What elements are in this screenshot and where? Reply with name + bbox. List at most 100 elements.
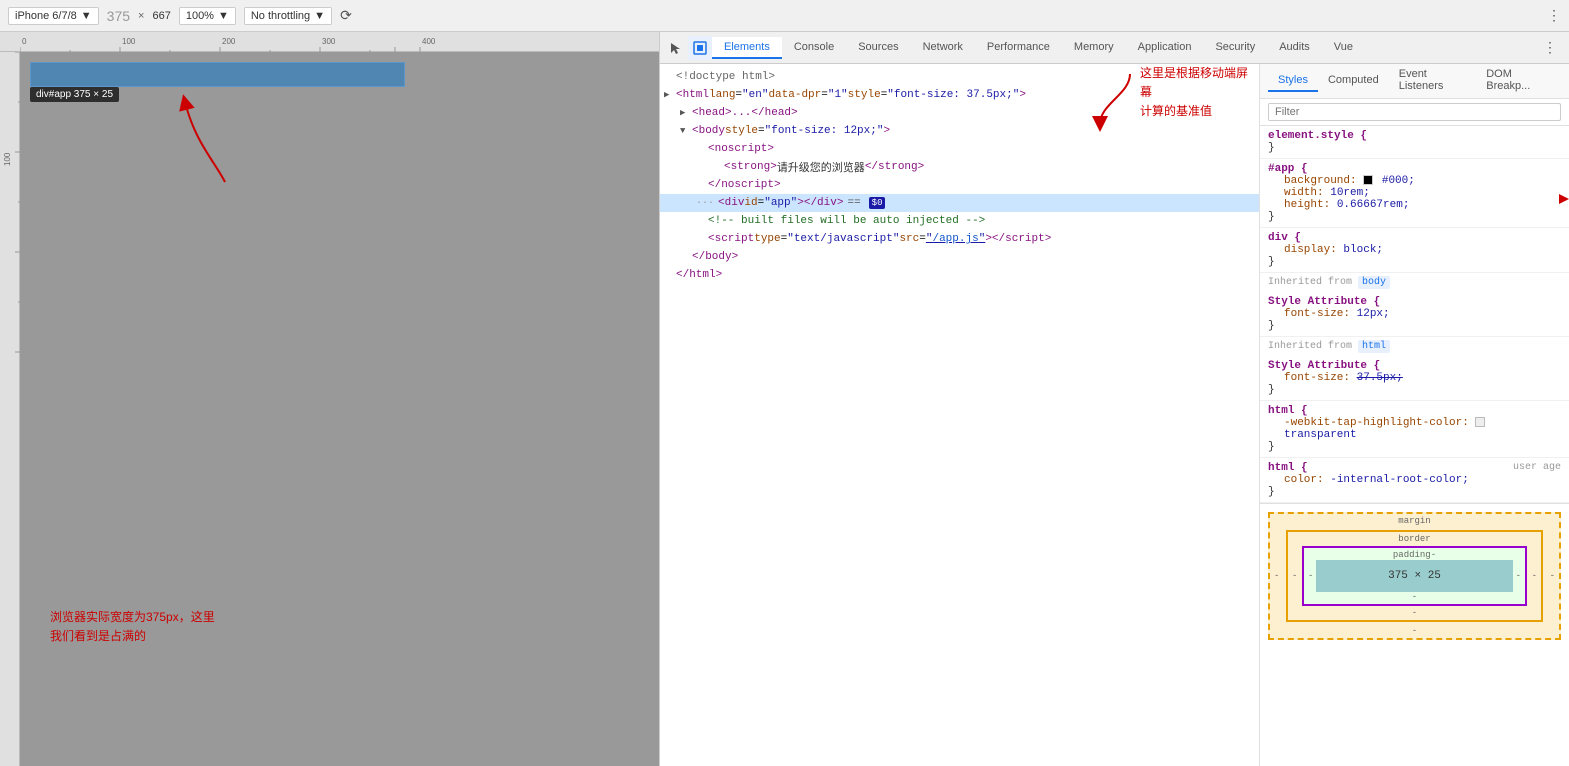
device-frame xyxy=(30,62,405,87)
filter-input[interactable] xyxy=(1268,103,1561,121)
tab-elements[interactable]: Elements xyxy=(712,37,782,59)
devtools-container: iPhone 6/7/8 ▼ 375 × 667 100% ▼ No throt… xyxy=(0,0,1569,766)
viewport-content: div#app 375 × 25 浏览器实际宽度为375px，这里我们看到是占满… xyxy=(20,52,659,766)
ruler-top: 0 100 200 300 400 xyxy=(0,32,659,52)
html-line-strong: <strong>请升级您的浏览器</strong> xyxy=(660,158,1259,176)
annotation-left-text: 浏览器实际宽度为375px，这里我们看到是占满的 xyxy=(50,610,215,643)
ruler-left: 100 xyxy=(0,52,20,766)
zoom-label: 100% xyxy=(186,10,214,22)
prop-height: height: 0.66667rem; xyxy=(1268,199,1561,211)
throttle-selector[interactable]: No throttling ▼ xyxy=(244,7,332,25)
expand-arrow2: ▶ xyxy=(664,90,676,100)
prop-webkit-tap: -webkit-tap-highlight-color: transparent xyxy=(1268,417,1561,441)
html-line-noscript-open: <noscript> xyxy=(660,140,1259,158)
devtools-panel: Elements Console Sources Network Perform… xyxy=(660,32,1569,766)
styles-tab-bar: Styles Computed Event Listeners DOM Brea… xyxy=(1260,64,1569,99)
style-rule-app: #app { background: #000; width: 10rem; xyxy=(1260,159,1569,228)
box-model-padding: padding- - - - 375 × 25 xyxy=(1302,546,1527,606)
element-highlight xyxy=(30,62,405,87)
html-line-comment: <!-- built files will be auto injected -… xyxy=(660,212,1259,230)
inherited-html-label: Inherited from html xyxy=(1260,337,1569,356)
devtools-toolbar: iPhone 6/7/8 ▼ 375 × 667 100% ▼ No throt… xyxy=(0,0,1569,32)
prop-font-size-body: font-size: 12px; xyxy=(1268,308,1561,320)
styles-tab-event-listeners[interactable]: Event Listeners xyxy=(1389,64,1477,98)
html-line-body-close: </body> xyxy=(660,248,1259,266)
styles-tab-dom-breakpoints[interactable]: DOM Breakp... xyxy=(1476,64,1561,98)
left-annotation-arrow xyxy=(165,82,245,192)
tab-security[interactable]: Security xyxy=(1203,37,1267,59)
box-icon-btn[interactable] xyxy=(688,36,712,60)
expand-arrow3: ▶ xyxy=(680,108,692,118)
device-selector[interactable]: iPhone 6/7/8 ▼ xyxy=(8,7,99,25)
tab-console[interactable]: Console xyxy=(782,37,846,59)
tab-network[interactable]: Network xyxy=(911,37,975,59)
style-rule-body-attr: Style Attribute { font-size: 12px; } xyxy=(1260,292,1569,337)
line-dots: ··· xyxy=(696,198,714,209)
filter-bar xyxy=(1260,99,1569,126)
dimension-x: × xyxy=(138,10,144,22)
box-model-border: border - - - padding- - - - xyxy=(1286,530,1543,622)
box-model-section: margin - - - border - - - xyxy=(1260,503,1569,648)
device-label: iPhone 6/7/8 xyxy=(15,10,77,22)
chevron-down-icon: ▼ xyxy=(81,10,92,22)
cursor-icon-btn[interactable] xyxy=(664,36,688,60)
html-panel[interactable]: <!doctype html> ▶ <html lang="en" data-d… xyxy=(660,64,1260,766)
tab-sources[interactable]: Sources xyxy=(846,37,910,59)
inherited-body-tag: body xyxy=(1358,276,1390,289)
html-line-head: ▶ <head>...</head> xyxy=(660,104,1259,122)
transparent-swatch xyxy=(1475,417,1485,427)
html-line-html-close: </html> xyxy=(660,266,1259,284)
separator1: 375 xyxy=(107,8,130,24)
inherited-body-label: Inherited from body xyxy=(1260,273,1569,292)
chevron-down-icon3: ▼ xyxy=(314,10,325,22)
zoom-selector[interactable]: 100% ▼ xyxy=(179,7,236,25)
html-line-noscript-close: </noscript> xyxy=(660,176,1259,194)
prop-color: color: -internal-root-color; xyxy=(1268,474,1561,486)
html-line-html: ▶ <html lang="en" data-dpr="1" style="fo… xyxy=(660,86,1259,104)
chevron-down-icon2: ▼ xyxy=(218,10,229,22)
panel-content: <!doctype html> ▶ <html lang="en" data-d… xyxy=(660,64,1569,766)
tab-audits[interactable]: Audits xyxy=(1267,37,1322,59)
styles-content[interactable]: element.style { } #app { background: #00… xyxy=(1260,126,1569,766)
box-model-content: 375 × 25 xyxy=(1316,560,1513,592)
user-agent-label: user age xyxy=(1513,462,1561,474)
svg-text:400: 400 xyxy=(422,37,436,46)
tab-vue[interactable]: Vue xyxy=(1322,37,1365,59)
svg-text:100: 100 xyxy=(3,152,12,166)
tab-performance[interactable]: Performance xyxy=(975,37,1062,59)
prop-background: background: #000; xyxy=(1268,175,1561,187)
element-tooltip: div#app 375 × 25 xyxy=(30,87,119,102)
svg-text:300: 300 xyxy=(322,37,336,46)
box-model-margin: margin - - - border - - - xyxy=(1268,512,1561,640)
inherited-html-tag: html xyxy=(1358,340,1390,353)
color-swatch-black[interactable] xyxy=(1363,175,1373,185)
dimension-height: 667 xyxy=(152,10,170,22)
main-area: 0 100 200 300 400 xyxy=(0,32,1569,766)
style-rule-html-webkit: html { -webkit-tap-highlight-color: tran… xyxy=(1260,401,1569,458)
styles-tab-styles[interactable]: Styles xyxy=(1268,70,1318,92)
svg-text:0: 0 xyxy=(22,37,27,46)
expand-arrow4: ▼ xyxy=(680,126,692,136)
tab-application[interactable]: Application xyxy=(1126,37,1204,59)
more-options-icon[interactable]: ⋮ xyxy=(1547,7,1561,24)
prop-font-size-html: font-size: 37.5px; xyxy=(1268,372,1561,384)
svg-text:100: 100 xyxy=(122,37,136,46)
viewport-panel: 0 100 200 300 400 xyxy=(0,32,660,766)
tab-memory[interactable]: Memory xyxy=(1062,37,1126,59)
annotation-left: 浏览器实际宽度为375px，这里我们看到是占满的 xyxy=(50,608,215,646)
styles-panel: Styles Computed Event Listeners DOM Brea… xyxy=(1260,64,1569,766)
style-rule-element: element.style { } xyxy=(1260,126,1569,159)
svg-text:200: 200 xyxy=(222,37,236,46)
styles-tab-computed[interactable]: Computed xyxy=(1318,70,1389,92)
style-rule-html-color: html { user age color: -internal-root-co… xyxy=(1260,458,1569,503)
html-line-div-app[interactable]: ··· <div id="app" ></div> == $0 xyxy=(660,194,1259,212)
more-tabs-icon[interactable]: ⋮ xyxy=(1535,39,1565,56)
style-rule-div: div { display: block; } xyxy=(1260,228,1569,273)
prop-width: width: 10rem; xyxy=(1268,187,1561,199)
html-line-doctype: <!doctype html> xyxy=(660,68,1259,86)
devtools-tab-bar: Elements Console Sources Network Perform… xyxy=(660,32,1569,64)
rotate-icon[interactable]: ⟳ xyxy=(340,7,352,24)
html-line-body: ▼ <body style="font-size: 12px;" > xyxy=(660,122,1259,140)
prop-display: display: block; xyxy=(1268,244,1561,256)
style-rule-html-attr: Style Attribute { font-size: 37.5px; } xyxy=(1260,356,1569,401)
